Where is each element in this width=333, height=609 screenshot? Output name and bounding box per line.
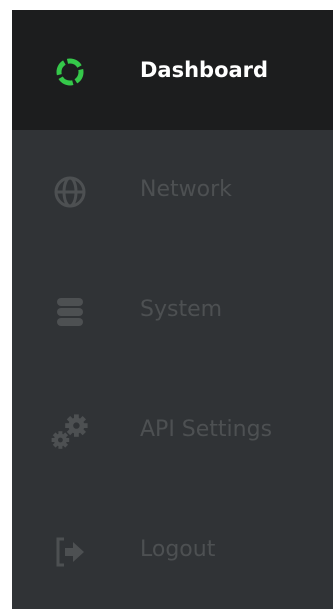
sidebar-item-label: System: [140, 297, 223, 322]
sidebar-item-label: Network: [140, 177, 232, 202]
database-icon: [50, 292, 90, 332]
sidebar-item-label: Dashboard: [140, 58, 269, 82]
globe-icon: [50, 172, 90, 212]
sidebar-item-label: API Settings: [140, 417, 273, 442]
sidebar-item-label: Logout: [140, 537, 216, 562]
sidebar-nav: Dashboard Network System API Settings Lo…: [12, 10, 333, 609]
gears-icon: [50, 412, 90, 452]
sidebar-item-api-settings[interactable]: API Settings: [12, 370, 333, 490]
sidebar-item-dashboard[interactable]: Dashboard: [12, 10, 333, 130]
dashboard-ring-icon: [50, 52, 90, 92]
sidebar-item-logout[interactable]: Logout: [12, 490, 333, 609]
sidebar-item-system[interactable]: System: [12, 250, 333, 370]
sidebar-item-network[interactable]: Network: [12, 130, 333, 250]
logout-icon: [50, 532, 90, 572]
